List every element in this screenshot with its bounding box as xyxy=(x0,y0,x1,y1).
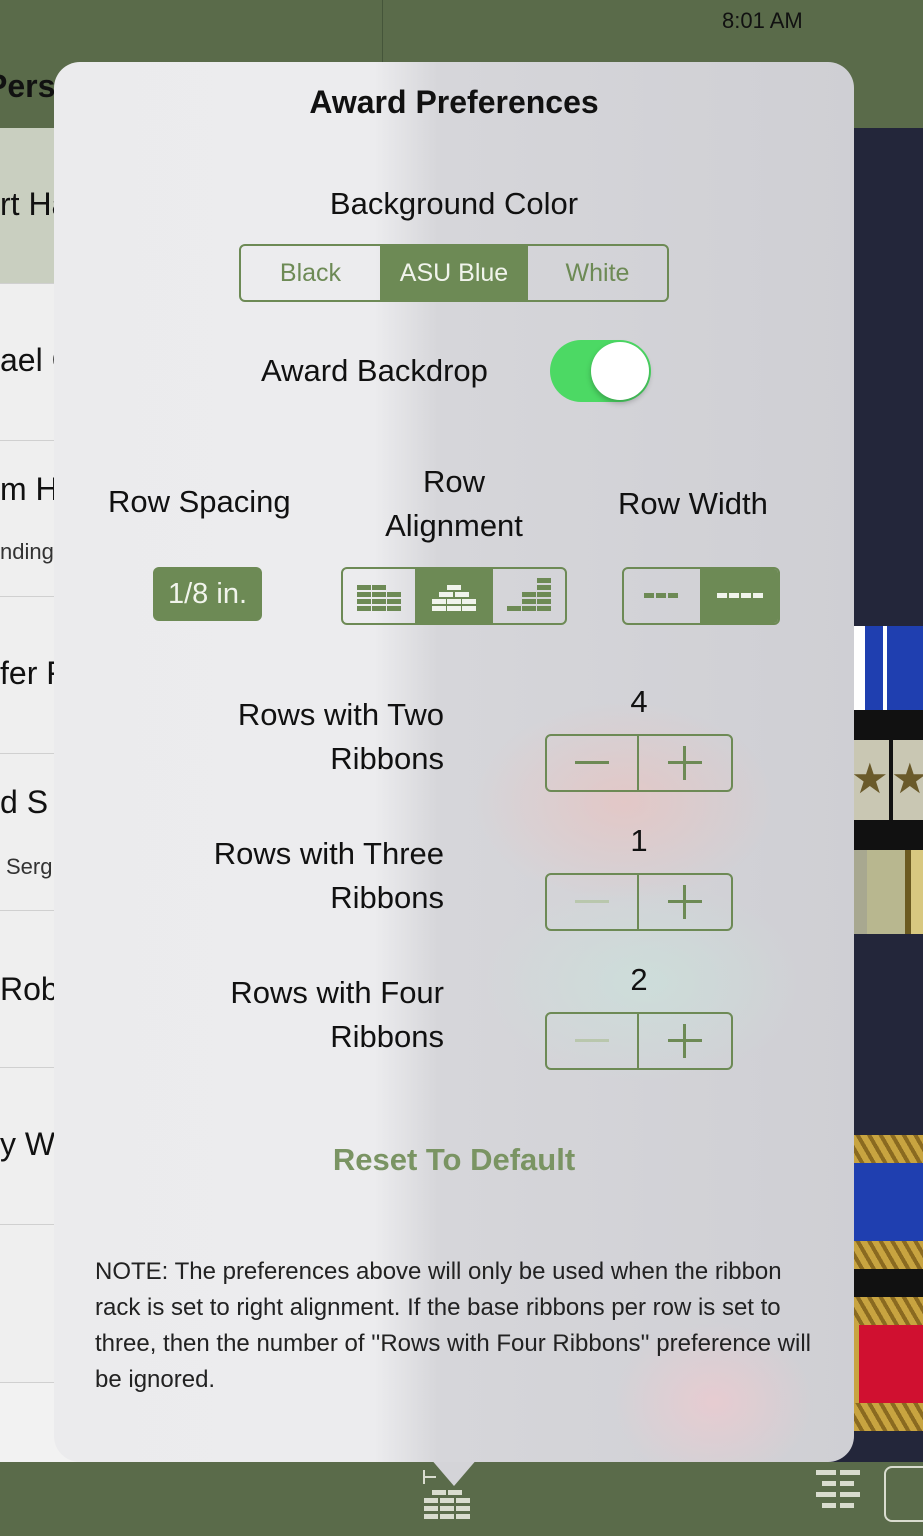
list-item-subtitle: nding xyxy=(0,539,54,564)
list-layout-icon[interactable] xyxy=(814,1468,862,1521)
ribbon xyxy=(853,850,923,934)
ribbon xyxy=(853,1325,923,1403)
row-alignment-label-1: Row xyxy=(422,464,485,499)
row-spacing-label: Row Spacing xyxy=(108,484,291,519)
rows-four-plus-button[interactable] xyxy=(639,1014,731,1068)
rows-four-count: 2 xyxy=(630,962,648,997)
background-color-segmented: Black ASU Blue White xyxy=(239,244,669,302)
rows-two-stepper xyxy=(545,734,733,792)
width-wide-icon xyxy=(717,593,763,598)
rows-two-minus-button[interactable] xyxy=(547,736,640,790)
rows-three-stepper xyxy=(545,873,733,931)
list-item-name: y W xyxy=(0,1126,56,1162)
ribbon-border xyxy=(853,1403,923,1431)
star-icon: ★ xyxy=(851,755,889,802)
ribbon xyxy=(853,626,923,710)
align-left-segment[interactable] xyxy=(343,569,417,623)
align-left-icon xyxy=(357,585,401,611)
master-title: Pers xyxy=(0,68,56,104)
rows-three-count: 1 xyxy=(630,823,648,858)
split-divider xyxy=(382,0,383,62)
rows-three-label-1: Rows with Three xyxy=(213,836,444,871)
background-color-label: Background Color xyxy=(329,186,579,221)
ribbon-border xyxy=(853,1241,923,1269)
star-icon: ★ xyxy=(891,755,923,802)
popover-arrow xyxy=(430,1458,478,1486)
width-wide-segment[interactable] xyxy=(702,569,778,623)
width-narrow-icon xyxy=(644,593,678,598)
award-preferences-popover: Award Preferences Background Color Black… xyxy=(54,62,854,1462)
popover-title: Award Preferences xyxy=(309,84,599,120)
award-backdrop-label: Award Backdrop xyxy=(261,353,488,388)
ribbon-gap xyxy=(853,1269,923,1297)
rows-two-plus-button[interactable] xyxy=(639,736,731,790)
row-spacing-button[interactable]: 1/8 in. xyxy=(153,567,262,621)
row-alignment-segmented xyxy=(341,567,567,625)
ribbon-border xyxy=(853,1297,923,1325)
status-time: 8:01 AM xyxy=(722,8,803,33)
list-item-name: d S xyxy=(0,784,49,820)
ribbon: ★ ★ xyxy=(851,740,923,820)
rows-two-count: 4 xyxy=(630,684,648,719)
align-center-icon xyxy=(432,585,476,611)
note-text: NOTE: The preferences above will only be… xyxy=(95,1258,812,1393)
row-width-label: Row Width xyxy=(618,486,768,521)
align-right-icon xyxy=(507,578,551,611)
minus-icon xyxy=(575,1039,609,1042)
align-right-segment[interactable] xyxy=(493,569,565,623)
minus-icon xyxy=(575,900,609,903)
toggle-knob xyxy=(591,342,649,400)
segment-asu-blue[interactable]: ASU Blue xyxy=(382,246,528,300)
row-width-segmented xyxy=(622,567,780,625)
rows-four-label-2: Ribbons xyxy=(330,1019,444,1054)
ribbon xyxy=(853,1163,923,1241)
rows-three-minus-button[interactable] xyxy=(547,875,640,929)
rows-two-label-1: Rows with Two xyxy=(237,697,444,732)
ribbon-gap xyxy=(853,820,923,850)
align-center-segment[interactable] xyxy=(417,569,493,623)
width-narrow-segment[interactable] xyxy=(624,569,702,623)
minus-icon xyxy=(575,761,609,764)
rows-two-label-2: Ribbons xyxy=(330,741,444,776)
row-alignment-label-2: Alignment xyxy=(385,508,523,543)
plus-icon xyxy=(668,885,702,919)
list-item-name: m H xyxy=(0,471,59,507)
rows-four-stepper xyxy=(545,1012,733,1070)
rows-three-plus-button[interactable] xyxy=(639,875,731,929)
status-bar: 8:01 AM xyxy=(0,0,923,40)
plus-icon xyxy=(668,1024,702,1058)
list-item-subtitle: Serg xyxy=(6,854,53,879)
rows-four-label-1: Rows with Four xyxy=(230,975,444,1010)
ribbon-gap xyxy=(853,710,923,740)
ribbon-border xyxy=(853,1135,923,1163)
share-icon[interactable] xyxy=(884,1466,923,1522)
rows-three-label-2: Ribbons xyxy=(330,880,444,915)
reset-to-default-button[interactable]: Reset To Default xyxy=(54,1142,854,1178)
plus-icon xyxy=(668,746,702,780)
backdrop-tint xyxy=(474,702,774,902)
segment-black[interactable]: Black xyxy=(241,246,382,300)
rows-four-minus-button[interactable] xyxy=(547,1014,640,1068)
segment-white[interactable]: White xyxy=(528,246,667,300)
award-backdrop-toggle[interactable] xyxy=(550,340,651,402)
